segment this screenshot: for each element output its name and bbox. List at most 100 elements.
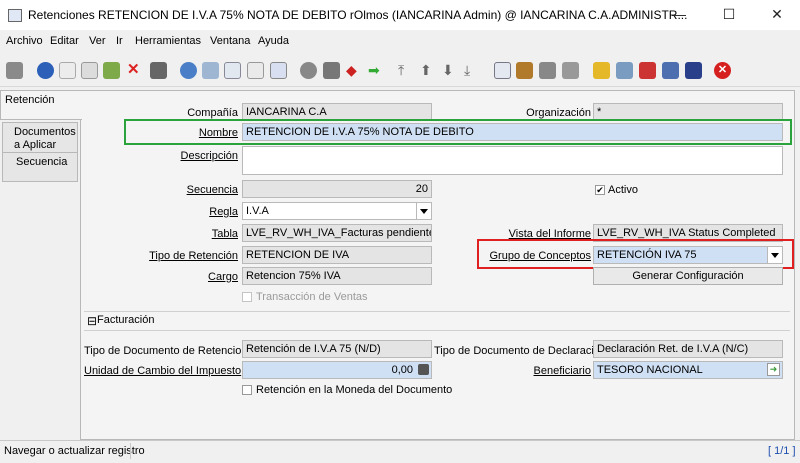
unidad-cambio-field[interactable]: 0,00 (242, 361, 432, 379)
grupo-conceptos-value: RETENCIÓN IVA 75 (597, 249, 697, 261)
grupo-conceptos-select[interactable]: RETENCIÓN IVA 75 (593, 246, 783, 264)
print-icon[interactable] (562, 62, 579, 79)
save-icon[interactable] (103, 62, 120, 79)
tab-retencion[interactable]: Retención (0, 90, 82, 120)
retencion-moneda-label: Retención en la Moneda del Documento (256, 384, 453, 396)
regla-select[interactable]: I.V.A (242, 202, 432, 220)
unidad-cambio-value: 0,00 (391, 364, 413, 376)
lookup-icon[interactable]: ➜ (767, 363, 780, 376)
tipo-doc-retencion-label: Tipo de Documento de Retencion (84, 345, 248, 357)
calculator-icon[interactable] (418, 364, 429, 375)
menu-ir[interactable]: Ir (116, 35, 123, 47)
undo-icon[interactable] (6, 62, 23, 79)
beneficiario-field[interactable]: TESORO NACIONAL ➜ (593, 361, 783, 379)
close-window-icon[interactable]: ✕ (714, 62, 731, 79)
tab-documentos-a-aplicar[interactable]: Documentos a Aplicar (2, 122, 78, 154)
retencion-moneda-checkbox[interactable] (242, 385, 252, 395)
tab-secuencia[interactable]: Secuencia (2, 152, 78, 182)
grid-toggle-icon[interactable] (270, 62, 287, 79)
tipo-doc-retencion-field[interactable]: Retención de I.V.A 75 (N/D) (242, 340, 432, 358)
regla-label: Regla (209, 206, 238, 218)
tab-label: Documentos a Aplicar (14, 126, 76, 151)
activo-label: Activo (608, 184, 638, 196)
delete-icon[interactable]: ✕ (127, 62, 144, 79)
organizacion-label: Organización (526, 107, 591, 119)
descripcion-label: Descripción (180, 150, 238, 162)
regla-value: I.V.A (246, 205, 269, 217)
next-icon[interactable]: ➡ (368, 62, 385, 79)
history-icon[interactable] (300, 62, 317, 79)
tab-label: Secuencia (16, 156, 68, 168)
beneficiario-label: Beneficiario (533, 365, 591, 377)
unidad-cambio-label: Unidad de Cambio del Impuesto (84, 365, 242, 377)
report-icon[interactable] (494, 62, 511, 79)
title-bar: Retenciones RETENCION DE I.V.A 75% NOTA … (0, 0, 800, 30)
cargo-field[interactable]: Retencion 75% IVA (242, 267, 432, 285)
tabla-field[interactable]: LVE_RV_WH_IVA_Facturas pendientes po (242, 224, 432, 242)
window-title: Retenciones RETENCION DE I.V.A 75% NOTA … (28, 8, 688, 22)
menu-archivo[interactable]: Archivo (6, 35, 43, 47)
tab-label: Retención (5, 94, 55, 106)
menu-ayuda[interactable]: Ayuda (258, 35, 289, 47)
menu-ventana[interactable]: Ventana (210, 35, 250, 47)
activo-checkbox[interactable]: ✔ (595, 185, 605, 195)
menu-ver[interactable]: Ver (89, 35, 106, 47)
zoom-across-icon[interactable] (616, 62, 633, 79)
compania-label: Compañía (187, 107, 238, 119)
section-divider (84, 330, 790, 331)
tipo-doc-declaracion-field[interactable]: Declaración Ret. de I.V.A (N/C) (593, 340, 783, 358)
transaccion-ventas-label: Transacción de Ventas (256, 291, 368, 303)
minimize-button[interactable]: — (664, 4, 694, 26)
app-window-icon (8, 9, 22, 22)
status-bar: Navegar o actualizar registro [ 1/1 ] (0, 440, 800, 463)
cargo-label: Cargo (208, 271, 238, 283)
beneficiario-value: TESORO NACIONAL (597, 364, 703, 376)
secuencia-field[interactable]: 20 (242, 180, 432, 198)
tab-strip: Retención Documentos a Aplicar Secuencia (0, 90, 82, 440)
tipo-retencion-field[interactable]: RETENCION DE IVA (242, 246, 432, 264)
archive-icon[interactable] (516, 62, 533, 79)
product-icon[interactable] (662, 62, 679, 79)
nombre-field[interactable]: RETENCION DE I.V.A 75% NOTA DE DEBITO (242, 123, 783, 141)
copy-icon[interactable] (81, 62, 98, 79)
toolbar: ✕ ◆ ➡ ⤒ ⬆ ⬇ ⤓ ✕ (0, 56, 800, 87)
status-divider (130, 443, 761, 459)
section-divider (84, 311, 790, 312)
maximize-button[interactable]: ☐ (714, 4, 744, 26)
menu-bar: Archivo Editar Ver Ir Herramientas Venta… (0, 32, 800, 52)
grupo-conceptos-label: Grupo de Conceptos (489, 250, 591, 262)
secuencia-label: Secuencia (186, 184, 238, 196)
tipo-doc-declaracion-label: Tipo de Documento de Declaracion (434, 345, 607, 357)
new-icon[interactable] (59, 62, 76, 79)
menu-editar[interactable]: Editar (50, 35, 79, 47)
chevron-down-icon[interactable] (767, 247, 782, 263)
record-counter[interactable]: [ 1/1 ] (768, 445, 796, 457)
chevron-down-icon[interactable] (416, 203, 431, 219)
print-preview-icon[interactable] (539, 62, 556, 79)
chat-icon[interactable] (247, 62, 264, 79)
status-message: Navegar o actualizar registro (4, 445, 145, 457)
tabla-label: Tabla (211, 228, 238, 240)
attach-icon[interactable] (224, 62, 241, 79)
home-icon[interactable] (323, 62, 340, 79)
lock-icon[interactable] (593, 62, 610, 79)
help-icon[interactable] (37, 62, 54, 79)
transaccion-ventas-checkbox[interactable] (242, 292, 252, 302)
descripcion-field[interactable] (242, 146, 783, 175)
save-db-icon[interactable] (150, 62, 167, 79)
menu-herramientas[interactable]: Herramientas (135, 35, 201, 47)
find-icon[interactable] (202, 62, 219, 79)
facturacion-section-title[interactable]: Facturación (97, 314, 154, 326)
up-icon[interactable]: ⬆ (420, 62, 437, 79)
tipo-retencion-label: Tipo de Retención (149, 250, 238, 262)
generar-configuracion-button[interactable]: Generar Configuración (593, 267, 783, 285)
close-button[interactable]: ✕ (762, 4, 792, 26)
workflow-icon[interactable] (639, 62, 656, 79)
prev-icon[interactable]: ◆ (346, 62, 363, 79)
user-icon[interactable] (685, 62, 702, 79)
refresh-icon[interactable] (180, 62, 197, 79)
down-icon[interactable]: ⬇ (442, 62, 459, 79)
last-icon[interactable]: ⤓ (464, 62, 481, 79)
collapse-icon[interactable]: ⊟ (87, 314, 97, 328)
first-icon[interactable]: ⤒ (398, 62, 415, 79)
